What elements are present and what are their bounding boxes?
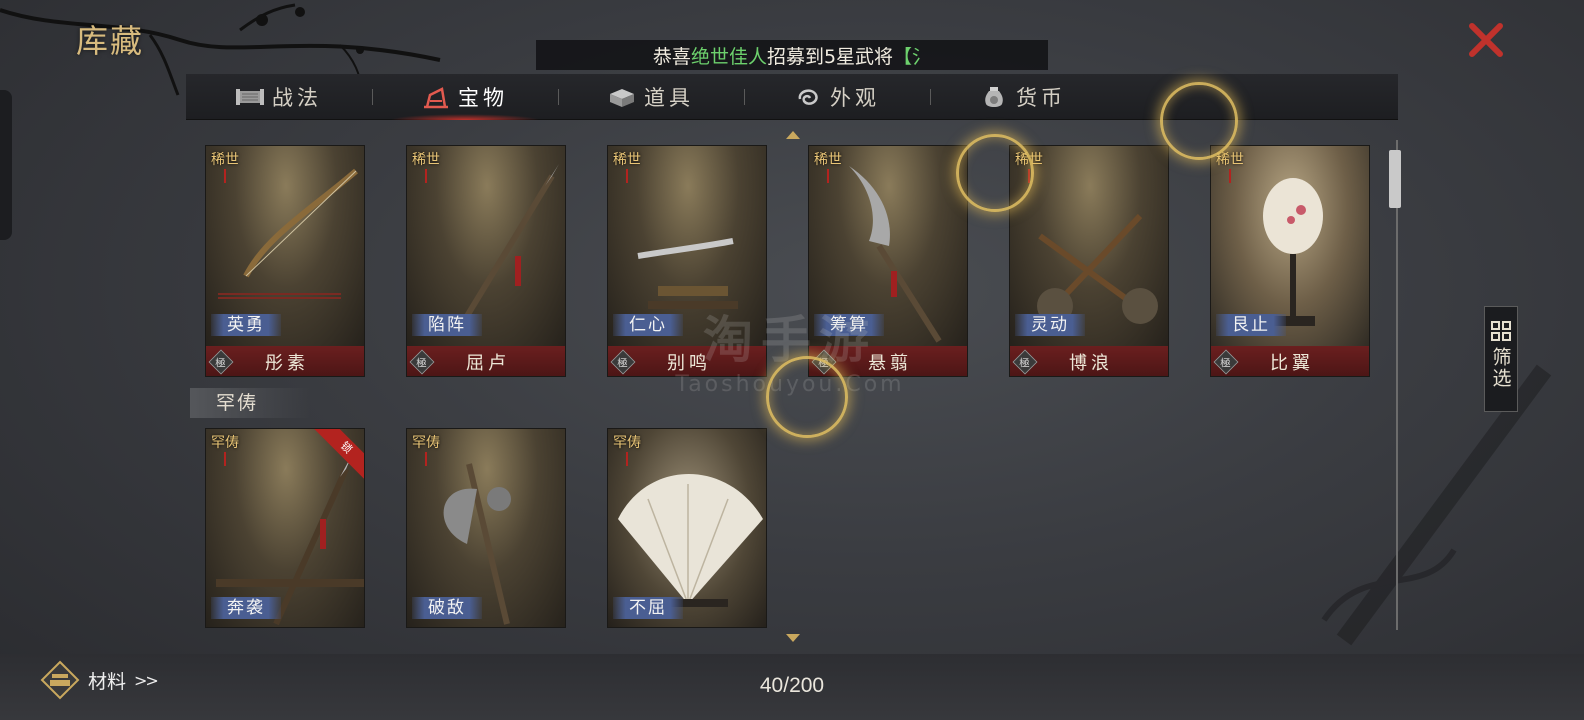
treasure-card[interactable]: 稀世 艮止 極 比翼 <box>1210 145 1370 377</box>
section-heading-uncommon: 罕俦 <box>190 388 310 418</box>
glow-ring-effect <box>766 356 848 438</box>
tab-label: 道具 <box>644 85 694 110</box>
scroll-up-arrow-icon[interactable] <box>786 131 800 139</box>
rarity-badge: 稀世 <box>210 152 240 192</box>
rarity-badge: 稀世 <box>411 152 441 192</box>
treasure-name-tag: 灵动 <box>1015 314 1085 336</box>
tab-label: 宝物 <box>458 85 508 110</box>
treasure-subname: 比翼 <box>1270 353 1314 374</box>
rarity-badge: 罕俦 <box>210 435 240 475</box>
glow-ring-effect <box>1160 82 1238 160</box>
swirl-icon <box>798 88 818 105</box>
tab-appearance[interactable]: 外观 <box>744 74 930 120</box>
treasure-subname: 博浪 <box>1069 353 1113 374</box>
grade-badge: 極 <box>1012 349 1038 375</box>
ink-sword-decoration <box>1321 364 1552 646</box>
treasure-subname: 屈卢 <box>466 353 510 374</box>
storage-count: 40/200 <box>759 674 825 697</box>
page-title: 库藏 <box>76 22 145 60</box>
treasure-card[interactable]: 稀世 英勇 極 彤素 <box>205 145 365 377</box>
treasure-subname: 彤素 <box>265 353 309 374</box>
materials-arrow: >> <box>134 670 159 690</box>
treasure-name-tag: 破敌 <box>412 597 482 619</box>
treasure-name-tag: 奔袭 <box>211 597 281 619</box>
treasure-card[interactable]: 罕俦 破敌 <box>406 428 566 628</box>
treasure-subname: 别鸣 <box>667 353 711 374</box>
card-footer: 極 彤素 <box>206 346 364 376</box>
card-footer: 極 博浪 <box>1010 346 1168 376</box>
tab-tactics[interactable]: 战法 <box>186 74 372 120</box>
treasure-icon <box>424 86 448 108</box>
coin-bag-icon <box>985 86 1003 107</box>
treasure-subname: 悬翦 <box>868 353 912 374</box>
filter-button[interactable]: 筛选 <box>1484 306 1518 412</box>
treasure-name-tag: 不屈 <box>613 597 683 619</box>
grade-badge: 極 <box>1213 349 1239 375</box>
tab-items[interactable]: 道具 <box>558 74 744 120</box>
card-footer: 極 别鸣 <box>608 346 766 376</box>
rarity-badge: 罕俦 <box>612 435 642 475</box>
rarity-badge: 稀世 <box>612 152 642 192</box>
treasure-card[interactable]: 稀世 仁心 極 别鸣 <box>607 145 767 377</box>
treasure-card[interactable]: 稀世 筹算 極 悬翦 <box>808 145 968 377</box>
treasure-name-tag: 英勇 <box>211 314 281 336</box>
glow-ring-effect <box>956 134 1034 212</box>
treasure-name-tag: 仁心 <box>613 314 683 336</box>
materials-label: 材料 <box>88 670 127 693</box>
ticker-message: 招募到5星武将 <box>766 45 894 68</box>
grid-filter-icon <box>1491 321 1511 341</box>
card-footer: 極 屈卢 <box>407 346 565 376</box>
materials-button[interactable]: 材料 >> <box>40 660 159 700</box>
filter-label: 筛选 <box>1489 347 1512 389</box>
ticker-player-name: 绝世佳人 <box>690 45 767 68</box>
tab-label: 战法 <box>272 85 322 110</box>
side-handle <box>0 90 12 240</box>
rarity-badge: 罕俦 <box>411 435 441 475</box>
announcement-ticker: 恭喜 绝世佳人 招募到5星武将 【氵 <box>536 40 1048 70</box>
materials-icon <box>40 660 80 700</box>
box-icon <box>610 88 634 107</box>
grade-badge: 極 <box>409 349 435 375</box>
rarity-badge: 稀世 <box>813 152 843 192</box>
treasure-card[interactable]: 稀世 陷阵 極 屈卢 <box>406 145 566 377</box>
scroll-icon <box>236 88 264 105</box>
scrollbar-thumb[interactable] <box>1389 150 1401 208</box>
tab-label: 货币 <box>1016 85 1066 110</box>
card-footer: 極 比翼 <box>1211 346 1369 376</box>
treasure-card[interactable]: 锁 罕俦 奔袭 <box>205 428 365 628</box>
ticker-prefix: 恭喜 <box>652 45 691 68</box>
scroll-down-arrow-icon[interactable] <box>786 634 800 642</box>
ticker-bracket: 【氵 <box>893 45 932 68</box>
scrollbar-track <box>1396 140 1398 630</box>
treasure-name-tag: 艮止 <box>1216 314 1286 336</box>
rarity-badge: 稀世 <box>1215 152 1245 192</box>
close-icon[interactable] <box>1466 20 1506 60</box>
treasure-name-tag: 陷阵 <box>412 314 482 336</box>
grade-badge: 極 <box>610 349 636 375</box>
tab-treasure[interactable]: 宝物 <box>372 74 558 120</box>
grade-badge: 極 <box>208 349 234 375</box>
tab-currency[interactable]: 货币 <box>930 74 1116 120</box>
treasure-name-tag: 筹算 <box>814 314 884 336</box>
treasure-card[interactable]: 罕俦 不屈 <box>607 428 767 628</box>
tab-label: 外观 <box>830 85 880 110</box>
